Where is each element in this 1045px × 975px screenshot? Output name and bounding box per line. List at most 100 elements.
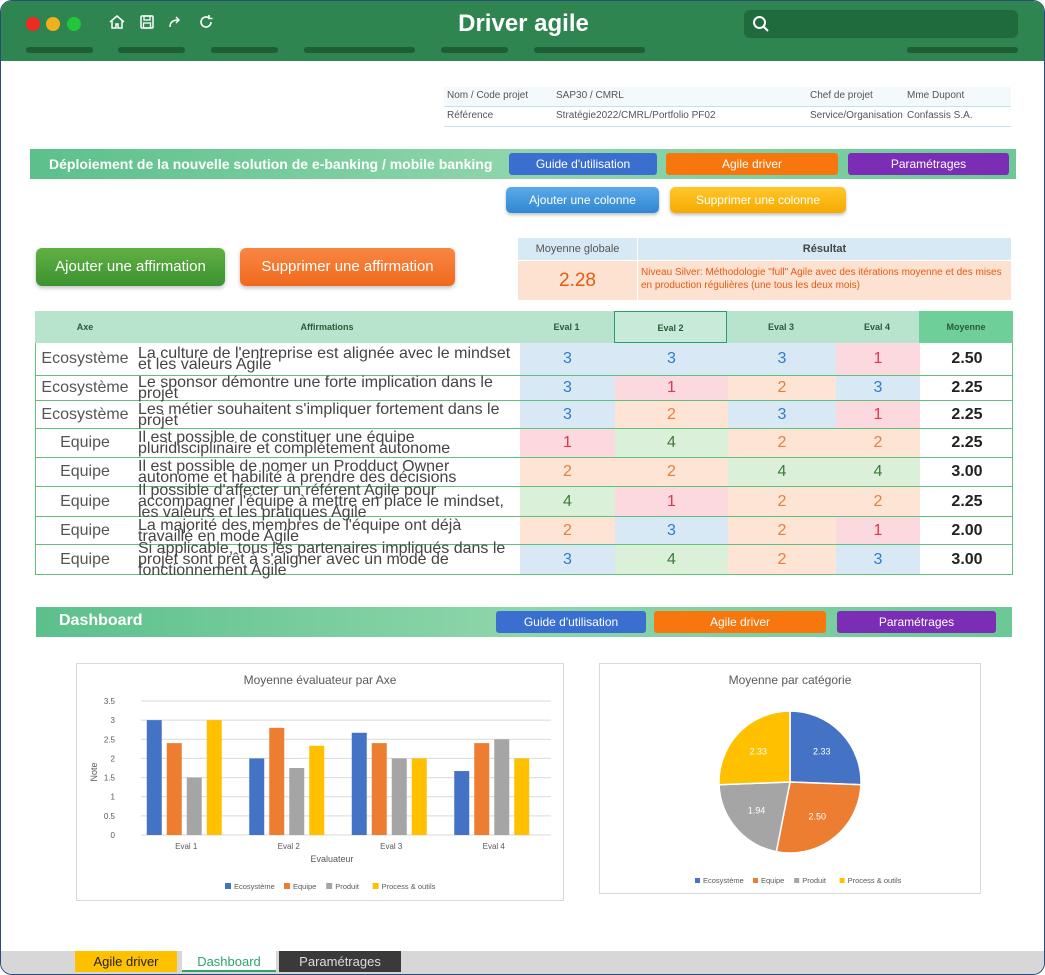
table-row: Ecosystème Le sponsor démontre une forte … bbox=[35, 375, 1013, 402]
row-eval-1[interactable]: 2 bbox=[520, 458, 615, 486]
bar bbox=[371, 743, 387, 835]
dashboard-agile-driver-button[interactable]: Agile driver bbox=[654, 611, 826, 633]
result-text: Niveau Silver: Méthodologie "full" Agile… bbox=[638, 261, 1011, 300]
y-tick-label: 1.5 bbox=[104, 774, 116, 783]
row-eval-2[interactable]: 1 bbox=[615, 487, 728, 516]
row-moyenne: 3.00 bbox=[951, 550, 983, 568]
add-statement-button[interactable]: Ajouter une affirmation bbox=[36, 248, 225, 286]
row-eval-1[interactable]: 3 bbox=[520, 401, 615, 428]
row-affirmation[interactable]: La culture de l'entreprise est alignée a… bbox=[138, 343, 518, 375]
row-eval-4[interactable]: 1 bbox=[836, 517, 920, 544]
row-eval-4[interactable]: 1 bbox=[836, 401, 920, 428]
row-affirmation[interactable]: Il possible d'affecter un référent Agile… bbox=[138, 483, 518, 521]
dashboard-guide-button[interactable]: Guide d'utilisation bbox=[496, 611, 646, 633]
delete-column-button[interactable]: Supprimer une colonne bbox=[670, 187, 846, 213]
row-eval-1[interactable]: 3 bbox=[520, 343, 615, 375]
row-eval-2[interactable]: 3 bbox=[615, 343, 728, 375]
search-input[interactable] bbox=[744, 10, 1018, 38]
legend-label: Equipe bbox=[761, 876, 784, 885]
dashboard-settings-button[interactable]: Paramétrages bbox=[837, 611, 996, 633]
bar bbox=[391, 758, 407, 835]
bar-chart: 0 0.5 1 1.5 2 2.5 3 3.5 Eval 1 Eval 2 Eval 3 Eval 4… bbox=[89, 697, 551, 891]
header-eval-2[interactable]: Eval 2 bbox=[614, 311, 727, 343]
row-eval-2[interactable]: 2 bbox=[615, 458, 728, 486]
row-eval-4[interactable]: 3 bbox=[836, 376, 920, 400]
row-eval-1[interactable]: 2 bbox=[520, 517, 615, 544]
bar bbox=[289, 768, 305, 835]
row-eval-1[interactable]: 4 bbox=[520, 487, 615, 516]
row-eval-1[interactable]: 3 bbox=[520, 545, 615, 574]
row-eval-3[interactable]: 2 bbox=[728, 429, 836, 457]
info-row: Nom / Code projet SAP30 / CMRL Chef de p… bbox=[444, 87, 1011, 107]
project-code-value[interactable]: SAP30 / CMRL bbox=[556, 90, 624, 101]
y-tick-label: 2 bbox=[111, 754, 116, 763]
legend-label: Process & outils bbox=[382, 882, 436, 891]
table-header: Axe Affirmations Eval 1 Eval 2 Eval 3 Ev… bbox=[35, 311, 1013, 343]
add-column-button[interactable]: Ajouter une colonne bbox=[506, 187, 659, 213]
row-moyenne: 2.25 bbox=[951, 492, 983, 510]
bar bbox=[309, 745, 325, 835]
row-eval-3[interactable]: 2 bbox=[728, 545, 836, 574]
tab-dashboard[interactable]: Dashboard bbox=[182, 951, 276, 972]
row-eval-4[interactable]: 1 bbox=[836, 343, 920, 375]
row-eval-4[interactable]: 3 bbox=[836, 545, 920, 574]
agile-driver-button[interactable]: Agile driver bbox=[666, 153, 838, 175]
tab-parametrages[interactable]: Paramétrages bbox=[279, 951, 401, 972]
row-eval-1[interactable]: 1 bbox=[520, 429, 615, 457]
legend-label: Produit bbox=[802, 876, 827, 885]
row-eval-3[interactable]: 4 bbox=[728, 458, 836, 486]
project-info-table: Nom / Code projet SAP30 / CMRL Chef de p… bbox=[444, 87, 1011, 127]
pie-data-label: 2.33 bbox=[813, 746, 831, 756]
row-affirmation[interactable]: Les métier souhaitent s'impliquer fortem… bbox=[138, 401, 518, 428]
y-tick-label: 3 bbox=[111, 716, 116, 725]
pie-data-label: 2.33 bbox=[750, 746, 768, 756]
row-affirmation[interactable]: Si applicable, tous les partenaires impl… bbox=[138, 541, 518, 579]
result-label: Résultat bbox=[638, 238, 1011, 260]
row-axe: Ecosystème bbox=[41, 405, 129, 423]
search-icon bbox=[753, 16, 769, 32]
y-tick-label: 1 bbox=[111, 793, 116, 802]
legend-swatch bbox=[225, 883, 231, 889]
row-eval-2[interactable]: 4 bbox=[615, 429, 728, 457]
y-tick-label: 2.5 bbox=[104, 735, 116, 744]
bar bbox=[474, 743, 490, 835]
tab-agile-driver[interactable]: Agile driver bbox=[75, 951, 177, 972]
header-eval-1: Eval 1 bbox=[553, 322, 580, 332]
pie-data-label: 2.50 bbox=[809, 812, 827, 822]
row-eval-2[interactable]: 4 bbox=[615, 545, 728, 574]
bar bbox=[454, 771, 470, 835]
legend-swatch bbox=[753, 878, 758, 883]
row-moyenne: 2.25 bbox=[951, 434, 983, 451]
row-eval-1[interactable]: 3 bbox=[520, 376, 615, 400]
legend-swatch bbox=[839, 878, 845, 883]
row-affirmation[interactable]: Il est possible de constituer une équipe… bbox=[138, 429, 518, 457]
app-window: Driver agile Nom / Code projet SAP30 / C… bbox=[0, 0, 1045, 975]
row-eval-2[interactable]: 2 bbox=[615, 401, 728, 428]
ribbon-placeholder bbox=[441, 47, 508, 53]
guide-button[interactable]: Guide d'utilisation bbox=[509, 153, 657, 175]
bar bbox=[166, 743, 182, 835]
row-eval-4[interactable]: 4 bbox=[836, 458, 920, 486]
settings-button[interactable]: Paramétrages bbox=[848, 153, 1009, 175]
bar bbox=[411, 758, 427, 835]
bar bbox=[206, 720, 222, 835]
legend-swatch bbox=[326, 883, 333, 889]
x-tick-label: Eval 1 bbox=[175, 842, 198, 851]
row-eval-4[interactable]: 2 bbox=[836, 487, 920, 516]
project-manager-value[interactable]: Mme Dupont bbox=[907, 90, 964, 101]
service-value[interactable]: Confassis S.A. bbox=[907, 110, 973, 121]
reference-value[interactable]: Stratégie2022/CMRL/Portfolio PF02 bbox=[556, 110, 716, 121]
header-affirmations: Affirmations bbox=[300, 322, 354, 332]
row-moyenne: 3.00 bbox=[951, 463, 983, 480]
row-eval-3[interactable]: 2 bbox=[728, 487, 836, 516]
row-eval-2[interactable]: 1 bbox=[615, 376, 728, 400]
row-eval-3[interactable]: 3 bbox=[728, 401, 836, 428]
row-eval-3[interactable]: 2 bbox=[728, 376, 836, 400]
row-eval-3[interactable]: 3 bbox=[728, 343, 836, 375]
row-eval-4[interactable]: 2 bbox=[836, 429, 920, 457]
delete-statement-button[interactable]: Supprimer une affirmation bbox=[240, 248, 455, 286]
row-eval-2[interactable]: 3 bbox=[615, 517, 728, 544]
row-affirmation[interactable]: Le sponsor démontre une forte implicatio… bbox=[138, 375, 518, 402]
row-moyenne: 2.50 bbox=[951, 350, 983, 367]
row-eval-3[interactable]: 2 bbox=[728, 517, 836, 544]
